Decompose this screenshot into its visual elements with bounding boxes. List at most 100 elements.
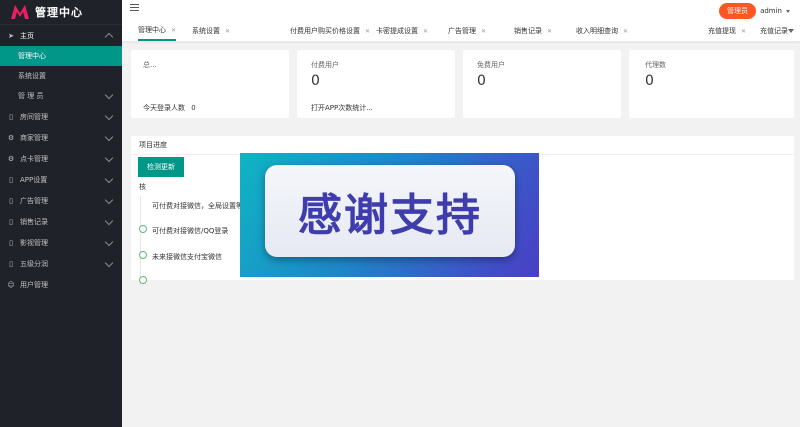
tab-label: 系统设置 <box>192 27 220 35</box>
tab-system-settings[interactable]: 系统设置 ✕ <box>192 21 230 41</box>
stat-title: 免费用户 <box>477 61 505 69</box>
caret-down-icon <box>786 9 790 13</box>
sidebar: 管理中心 ➤ 主页 管理中心 系统设置 管 理 员 ▯ 房间管理 ⚙ 商家管理 ⚙ 点卡管… <box>0 0 122 427</box>
sidebar-item-0[interactable]: ▯ 房间管理 <box>0 106 122 127</box>
chevron-down-icon <box>104 153 114 163</box>
tab-ads[interactable]: 广告管理 ✕ <box>448 21 486 41</box>
tab-bar: 管理中心 ✕ 系统设置 ✕ 付费用户购买价格设置 ✕ 卡密提成设置 ✕ 广告管理 ✕ 销售… <box>122 21 800 42</box>
close-icon[interactable]: ✕ <box>423 28 428 35</box>
phone-icon: ▯ <box>9 196 13 205</box>
tab-label: 管理中心 <box>138 26 166 34</box>
tabs-more-icon[interactable] <box>788 29 794 33</box>
sidebar-item-label: 系统设置 <box>18 72 46 80</box>
tab-label: 收入明细查询 <box>576 27 618 35</box>
sidebar-item-label: APP设置 <box>20 175 48 184</box>
top-header: 管理员 admin <box>122 0 800 22</box>
stat-card-total: 总... 今天登录人数 0 <box>131 50 289 118</box>
chevron-down-icon <box>104 174 114 184</box>
phone-icon: ▯ <box>9 175 13 184</box>
close-icon[interactable]: ✕ <box>225 28 230 35</box>
menu-toggle-icon[interactable] <box>130 4 139 13</box>
sidebar-item-label: 用户管理 <box>20 280 48 289</box>
sidebar-subitem-admin-center[interactable]: 管理中心 <box>0 46 122 66</box>
stat-card-agents: 代理数 0 <box>629 50 794 118</box>
tab-label: 充值提现 <box>708 27 736 35</box>
tab-label: 广告管理 <box>448 27 476 35</box>
tab-withdraw[interactable]: 充值提现 ✕ <box>708 21 746 41</box>
stat-value: 0 <box>477 73 486 89</box>
stat-value: 0 <box>311 73 320 89</box>
close-icon[interactable]: ✕ <box>547 28 552 35</box>
timeline-label: 核 <box>139 183 146 191</box>
stat-title: 总... <box>143 61 157 69</box>
sidebar-subitem-admins[interactable]: 管 理 员 <box>0 86 122 106</box>
tab-admin-center[interactable]: 管理中心 ✕ <box>138 21 177 41</box>
tab-paid-price-settings[interactable]: 付费用户购买价格设置 ✕ <box>290 21 370 41</box>
phone-icon: ▯ <box>9 238 13 247</box>
user-icon: ☺ <box>7 280 15 289</box>
tab-sales[interactable]: 销售记录 ✕ <box>514 21 552 41</box>
chevron-down-icon <box>104 90 114 100</box>
thanks-banner-plate: 感谢支持 <box>265 165 515 257</box>
sidebar-item-label: 房间管理 <box>20 112 48 121</box>
thanks-text: 感谢支持 <box>298 190 482 241</box>
sidebar-subitem-system-settings[interactable]: 系统设置 <box>0 66 122 86</box>
app-title: 管理中心 <box>35 6 83 19</box>
sidebar-item-5[interactable]: ▯ 销售记录 <box>0 211 122 232</box>
tab-label: 销售记录 <box>514 27 542 35</box>
sidebar-item-2[interactable]: ⚙ 点卡管理 <box>0 148 122 169</box>
chevron-up-icon <box>104 32 114 42</box>
thanks-banner-image: 感谢支持 <box>240 153 539 277</box>
phone-icon: ▯ <box>9 259 13 268</box>
tab-label: 付费用户购买价格设置 <box>290 27 360 35</box>
sidebar-item-home[interactable]: ➤ 主页 <box>0 25 122 46</box>
gear-icon: ⚙ <box>7 133 15 142</box>
close-icon[interactable]: ✕ <box>481 28 486 35</box>
close-icon[interactable]: ✕ <box>171 27 176 34</box>
sidebar-item-6[interactable]: ▯ 影视管理 <box>0 232 122 253</box>
sidebar-item-1[interactable]: ⚙ 商家管理 <box>0 127 122 148</box>
close-icon[interactable]: ✕ <box>741 28 746 35</box>
stat-footer-value: 0 <box>191 104 196 112</box>
check-update-button[interactable]: 检测更新 <box>138 157 184 177</box>
phone-icon: ▯ <box>9 217 13 226</box>
timeline-item: 可付费对接微信/QQ登录 <box>152 227 229 235</box>
sidebar-item-7[interactable]: ▯ 五级分润 <box>0 253 122 274</box>
sidebar-item-4[interactable]: ▯ 广告管理 <box>0 190 122 211</box>
stat-card-paid-users: 付费用户 0 打开APP次数统计... <box>297 50 455 118</box>
phone-icon: ▯ <box>9 112 13 121</box>
tab-label: 卡密提成设置 <box>376 27 418 35</box>
stat-value: 0 <box>645 73 654 89</box>
tab-recharge[interactable]: 充值记录 <box>760 21 788 41</box>
stat-footer: 今天登录人数 <box>143 104 185 112</box>
chevron-down-icon <box>104 111 114 121</box>
chevron-down-icon <box>104 237 114 247</box>
tab-card-commission[interactable]: 卡密提成设置 ✕ <box>376 21 428 41</box>
close-icon[interactable]: ✕ <box>365 28 370 35</box>
timeline-dot <box>139 251 147 259</box>
sidebar-item-8[interactable]: ☺ 用户管理 <box>0 274 122 295</box>
sidebar-item-label: 销售记录 <box>20 217 48 226</box>
user-menu[interactable]: admin <box>760 7 790 15</box>
timeline-item: 可付费对接微信，全局设置等 <box>152 202 243 210</box>
gear-icon: ⚙ <box>7 154 15 163</box>
sidebar-item-label: 影视管理 <box>20 238 48 247</box>
tab-label: 充值记录 <box>760 27 788 35</box>
chevron-down-icon <box>104 132 114 142</box>
sidebar-item-label: 商家管理 <box>20 133 48 142</box>
timeline-dot <box>139 225 147 233</box>
sidebar-item-label: 主页 <box>20 31 34 40</box>
stat-title: 代理数 <box>645 61 666 69</box>
stat-card-free-users: 免费用户 0 <box>463 50 621 118</box>
tab-income[interactable]: 收入明细查询 ✕ <box>576 21 628 41</box>
timeline-line <box>140 196 145 286</box>
logo[interactable]: 管理中心 <box>0 0 122 25</box>
sidebar-item-3[interactable]: ▯ APP设置 <box>0 169 122 190</box>
home-icon: ➤ <box>8 31 14 40</box>
stat-footer: 打开APP次数统计... <box>311 104 373 112</box>
admin-badge-button[interactable]: 管理员 <box>719 3 756 19</box>
close-icon[interactable]: ✕ <box>623 28 628 35</box>
sidebar-item-label: 点卡管理 <box>20 154 48 163</box>
sidebar-item-label: 管理中心 <box>18 52 46 60</box>
chevron-down-icon <box>104 258 114 268</box>
